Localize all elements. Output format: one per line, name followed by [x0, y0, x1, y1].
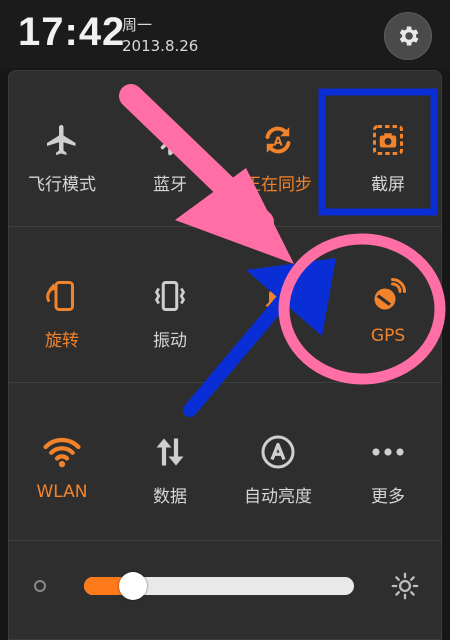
toggle-label: 数据 — [153, 487, 187, 507]
toggle-label: 飞行模式 — [28, 175, 96, 195]
brightness-slider-thumb[interactable] — [118, 572, 147, 600]
toggle-label: GPS — [370, 326, 406, 346]
rotate-icon — [42, 276, 82, 316]
toggle-silent[interactable] — [224, 226, 332, 376]
toggle-mobile-data[interactable]: 数据 — [116, 382, 224, 532]
toggle-label: 蓝牙 — [153, 175, 187, 195]
sync-icon: A — [258, 120, 298, 160]
toggle-screenshot[interactable]: 截屏 — [334, 70, 442, 220]
toggle-auto-brightness[interactable]: 自动亮度 — [224, 382, 332, 532]
toggle-label: 自动亮度 — [244, 487, 312, 507]
toggle-label: 旋转 — [45, 331, 79, 351]
brightness-high-icon — [391, 572, 419, 600]
gear-icon — [399, 26, 419, 46]
toggle-bluetooth[interactable]: 蓝牙 — [116, 70, 224, 220]
silent-icon — [258, 276, 298, 316]
mobile-data-icon — [150, 432, 190, 472]
toggle-label: 正在同步 — [244, 175, 312, 195]
toggle-rotate[interactable]: 旋转 — [8, 226, 116, 376]
toggle-label: 振动 — [153, 331, 187, 351]
gps-icon — [368, 276, 408, 316]
brightness-control — [8, 540, 442, 640]
airplane-icon — [42, 120, 82, 160]
toggle-gps[interactable]: GPS — [334, 226, 442, 376]
wifi-icon — [42, 432, 82, 472]
auto-brightness-icon — [258, 432, 298, 472]
more-icon — [368, 432, 408, 472]
date: 2013.8.26 — [122, 37, 199, 55]
toggle-label: 更多 — [371, 487, 405, 507]
brightness-low-icon — [34, 580, 46, 592]
settings-button[interactable] — [384, 12, 432, 60]
screenshot-icon — [368, 120, 408, 160]
toggle-sync[interactable]: A 正在同步 — [224, 70, 332, 220]
svg-text:A: A — [273, 134, 283, 148]
status-bar: 17:42 周一 2013.8.26 — [0, 0, 450, 68]
toggle-label: 截屏 — [371, 175, 405, 195]
toggle-airplane-mode[interactable]: 飞行模式 — [8, 70, 116, 220]
weekday: 周一 — [122, 16, 153, 34]
clock: 17:42 — [18, 10, 126, 54]
vibrate-icon — [150, 276, 190, 316]
toggle-label: WLAN — [36, 482, 88, 502]
toggle-vibrate[interactable]: 振动 — [116, 226, 224, 376]
toggle-more[interactable]: 更多 — [334, 382, 442, 532]
toggle-wlan[interactable]: WLAN — [8, 382, 116, 532]
bluetooth-icon — [150, 120, 190, 160]
